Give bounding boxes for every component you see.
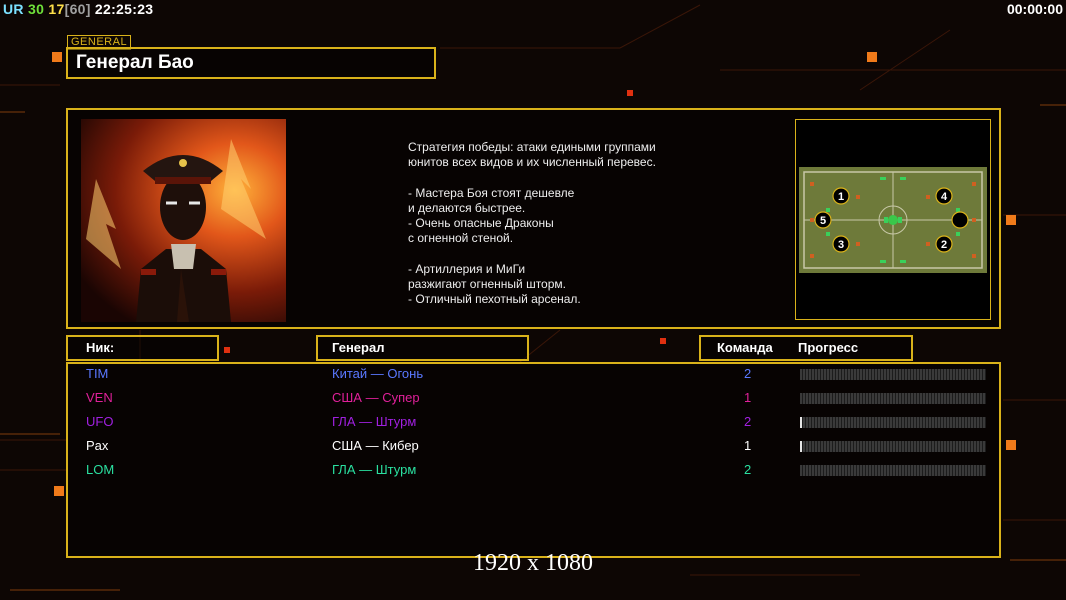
minimap-preview[interactable]: 1 4 5 3 2	[795, 119, 991, 320]
minimap-slot-5[interactable]: 5	[814, 211, 832, 229]
player-nick: VEN	[86, 390, 113, 405]
header-general-label: Генерал	[332, 340, 385, 355]
decor-square	[1006, 215, 1016, 225]
player-nick: UFO	[86, 414, 114, 429]
hud-clock: 22:25:23	[94, 1, 154, 17]
player-row[interactable]: LOM ГЛА — Штурм 2	[68, 462, 1003, 486]
decor-square	[54, 486, 64, 496]
player-general: ГЛА — Штурм	[332, 414, 417, 429]
minimap-slot-label: 4	[941, 191, 948, 203]
minimap-slot-label: 3	[838, 239, 844, 251]
decor-square	[52, 52, 62, 62]
minimap-slot-2[interactable]: 2	[935, 235, 953, 253]
general-name: Генерал Бао	[66, 47, 436, 79]
decor-square	[224, 347, 230, 353]
player-row[interactable]: UFO ГЛА — Штурм 2	[68, 414, 1003, 438]
player-general: Китай — Огонь	[332, 366, 424, 381]
player-team: 1	[744, 438, 752, 453]
hud-net: 17	[48, 1, 65, 17]
decor-square	[660, 338, 666, 344]
player-nick: LOM	[86, 462, 115, 477]
player-progress-bar	[800, 393, 986, 404]
header-team-label: Команда	[717, 340, 773, 355]
player-progress-bar	[800, 417, 986, 428]
minimap-slot-label: 2	[941, 239, 947, 251]
player-progress-bar	[800, 465, 986, 476]
general-info-panel: Стратегия победы: атаки едиными группами…	[66, 108, 1001, 329]
player-progress-fill	[800, 441, 802, 452]
player-general: США — Супер	[332, 390, 420, 405]
player-progress-fill	[800, 417, 802, 428]
player-team: 1	[744, 390, 752, 405]
minimap-slot-6[interactable]	[951, 211, 969, 229]
header-progress-label: Прогресс	[798, 340, 859, 355]
minimap-slot-label: 5	[820, 215, 826, 227]
header-general: Генерал	[316, 335, 529, 361]
general-portrait	[81, 119, 286, 322]
decor-square	[1006, 440, 1016, 450]
player-nick: TIM	[86, 366, 109, 381]
minimap-slot-4[interactable]: 4	[935, 187, 953, 205]
hud-timer: 00:00:00	[1006, 1, 1063, 17]
player-row[interactable]: Pax США — Кибер 1	[68, 438, 1003, 462]
header-team-progress: Команда Прогресс	[699, 335, 913, 361]
player-team: 2	[744, 462, 752, 477]
minimap-slot-3[interactable]: 3	[832, 235, 850, 253]
player-general: ГЛА — Штурм	[332, 462, 417, 477]
player-list: TIM Китай — Огонь 2 VEN США — Супер 1 UFO ГЛА —…	[66, 362, 1001, 558]
header-nick-label: Ник:	[86, 340, 115, 355]
player-progress-bar	[800, 441, 986, 452]
player-team: 2	[744, 414, 752, 429]
decor-square	[867, 52, 877, 62]
resolution-label: 1920 x 1080	[473, 550, 593, 576]
player-row[interactable]: VEN США — Супер 1	[68, 390, 1003, 414]
header-nick: Ник:	[66, 335, 219, 361]
player-general: США — Кибер	[332, 438, 419, 453]
player-nick: Pax	[86, 438, 109, 453]
hud-stats: UR 30 17[60] 22:25:23	[3, 1, 153, 17]
player-progress-bar	[800, 369, 986, 380]
minimap-slot-label: 1	[838, 191, 844, 203]
minimap-slot-1[interactable]: 1	[832, 187, 850, 205]
player-row[interactable]: TIM Китай — Огонь 2	[68, 366, 1003, 390]
general-description: Стратегия победы: атаки едиными группами…	[408, 140, 656, 307]
hud-net-cap: [60]	[64, 1, 91, 17]
player-team: 2	[744, 366, 752, 381]
hud-fps: 30	[28, 1, 45, 17]
decor-square	[627, 90, 633, 96]
hud-tag: UR	[3, 1, 24, 17]
